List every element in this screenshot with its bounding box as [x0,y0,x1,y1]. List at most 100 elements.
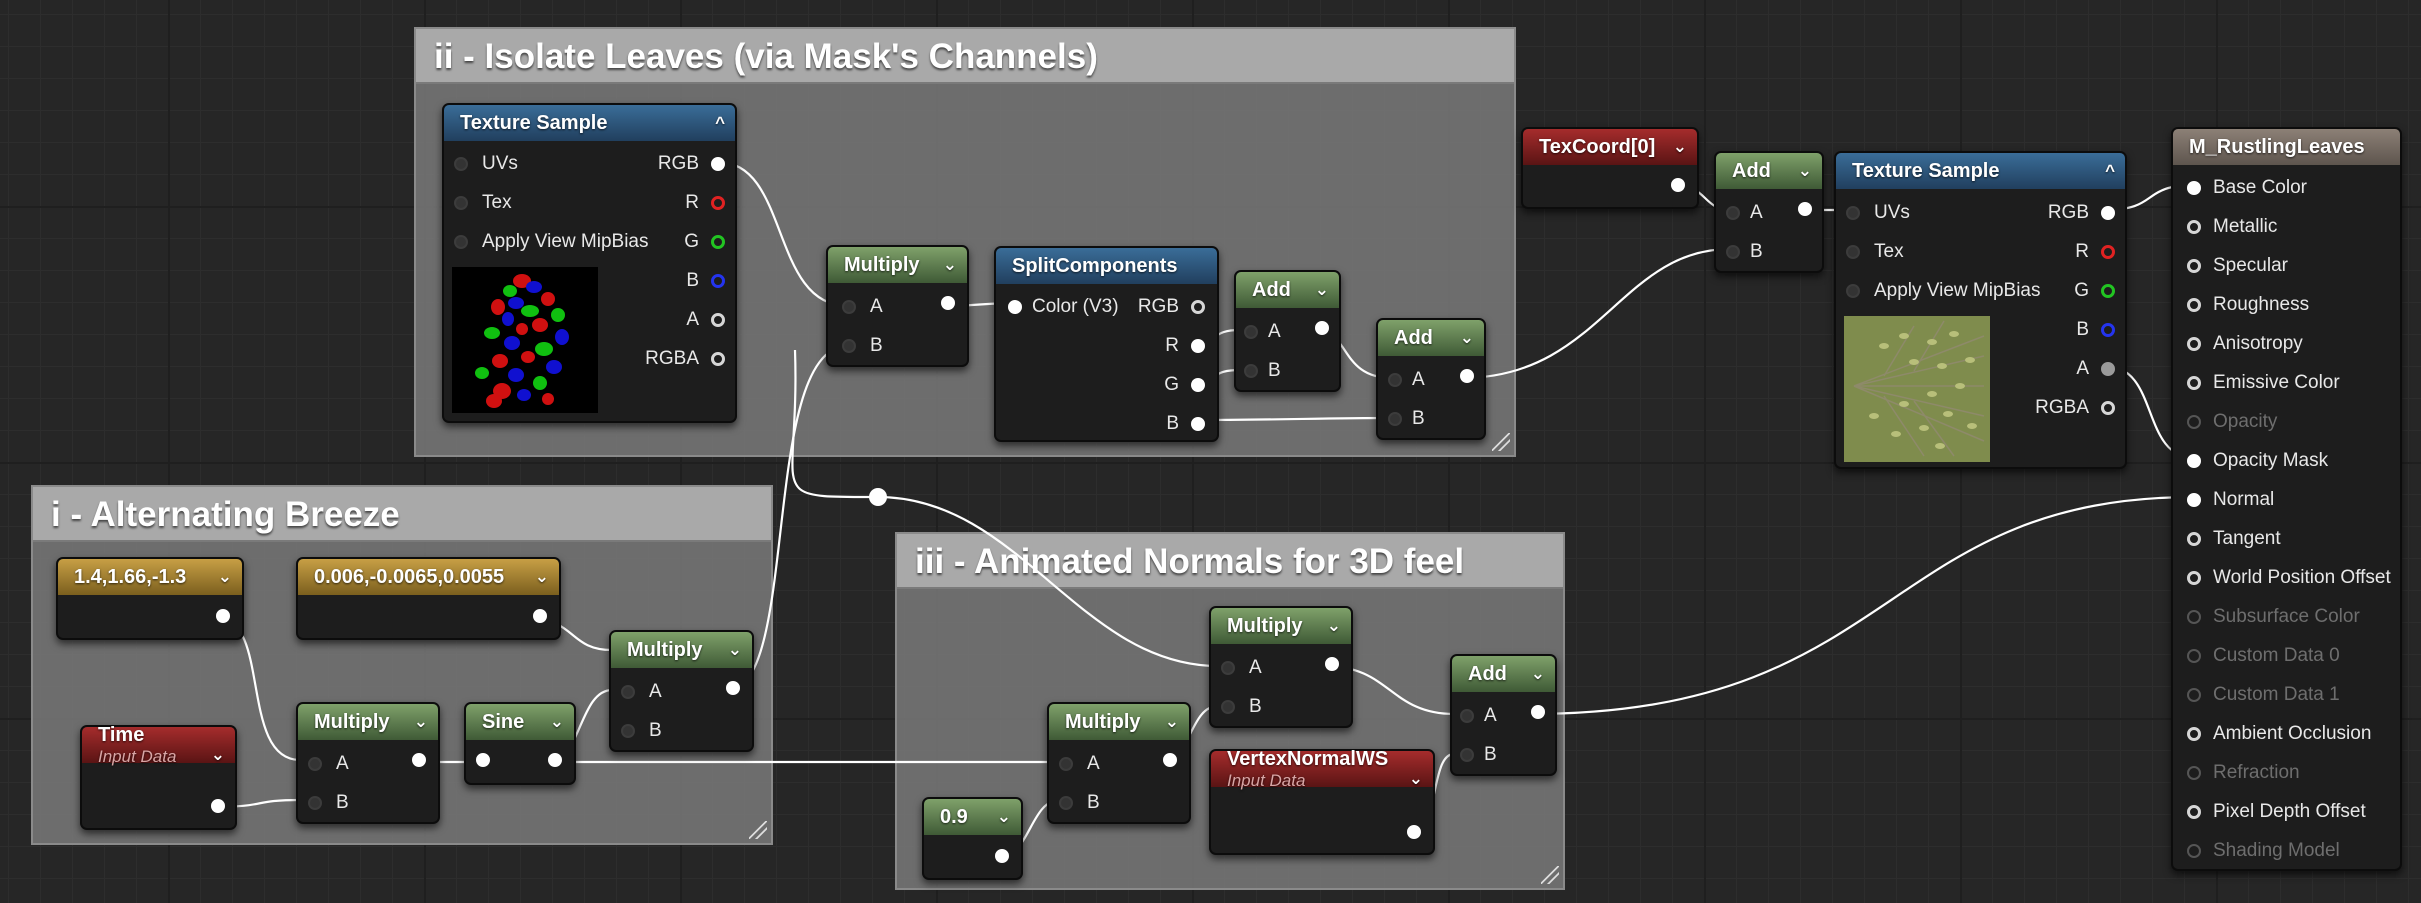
sine-node[interactable]: Sine ⌄ [464,702,576,785]
pin-out-b[interactable]: B [1166,413,1205,435]
pin-apply-view-mipbias[interactable]: Apply View MipBias [454,231,649,253]
material-pin-refraction[interactable]: Refraction [2187,762,2300,784]
material-pin-roughness[interactable]: Roughness [2187,294,2309,316]
material-pin-anisotropy[interactable]: Anisotropy [2187,333,2303,355]
pin-out-r[interactable]: R [1165,335,1205,357]
chevron-down-icon[interactable]: ⌄ [550,712,564,732]
chevron-down-icon[interactable]: ⌄ [535,567,549,587]
material-pin-base-color[interactable]: Base Color [2187,177,2307,199]
pin-a[interactable]: A [1388,369,1425,391]
add-uv-node[interactable]: Add ⌄ A B [1714,151,1824,273]
pin-a[interactable]: A [1726,202,1763,224]
material-result-node[interactable]: M_RustlingLeaves Base Color Metallic Specu… [2171,127,2402,871]
pin-b[interactable]: B [308,792,349,814]
material-pin-custom-data-0[interactable]: Custom Data 0 [2187,645,2340,667]
pin-tex[interactable]: Tex [454,192,512,214]
texture-sample-mask-node[interactable]: Texture Sample ^ UVs Tex Apply View MipBi… [442,103,737,423]
material-pin-world-position-offset[interactable]: World Position Offset [2187,567,2391,589]
chevron-down-icon[interactable]: ⌄ [1460,328,1474,348]
pin-a[interactable]: A [842,296,883,318]
pin-out[interactable] [1448,369,1474,383]
chevron-down-icon[interactable]: ⌄ [414,712,428,732]
material-pin-pixel-depth-offset[interactable]: Pixel Depth Offset [2187,801,2366,823]
pin-out-r[interactable]: R [685,192,725,214]
node-header[interactable]: Time ⌄ Input Data [82,724,235,766]
texcoord-node[interactable]: TexCoord[0] ⌄ [1521,127,1699,209]
multiply-mask-node[interactable]: Multiply ⌄ A B [826,245,969,367]
pin-out[interactable] [521,609,547,623]
node-header[interactable]: Add ⌄ [1452,656,1555,692]
pin-out[interactable] [204,609,230,623]
pin-out[interactable] [983,849,1009,863]
node-header[interactable]: Add ⌄ [1378,320,1484,356]
node-header[interactable]: M_RustlingLeaves [2173,129,2400,165]
pin-b[interactable]: B [1221,696,1262,718]
material-pin-tangent[interactable]: Tangent [2187,528,2281,550]
pin-b[interactable]: B [842,335,883,357]
material-pin-normal[interactable]: Normal [2187,489,2274,511]
material-pin-metallic[interactable]: Metallic [2187,216,2277,238]
pin-out-rgba[interactable]: RGBA [645,348,725,370]
pin-b[interactable]: B [1460,744,1497,766]
node-header[interactable]: VertexNormalWS ⌄ Input Data [1211,748,1433,790]
constant-vector-b-node[interactable]: 0.006,-0.0065,0.0055 ⌄ [296,557,561,640]
pin-out[interactable] [1151,753,1177,767]
node-header[interactable]: Multiply ⌄ [1211,608,1351,644]
pin-b[interactable]: B [1059,792,1100,814]
add-rgb-node[interactable]: Add ⌄ A B [1376,318,1486,440]
multiply-breeze-node[interactable]: Multiply ⌄ A B [609,630,754,752]
pin-out-b[interactable]: B [2076,319,2115,341]
pin-a[interactable]: A [621,681,662,703]
constant-09-node[interactable]: 0.9 ⌄ [922,797,1023,880]
multiply-normal-b-node[interactable]: Multiply ⌄ A B [1047,702,1191,824]
pin-out[interactable] [400,753,426,767]
chevron-down-icon[interactable]: ⌄ [943,255,957,275]
pin-out-rgba[interactable]: RGBA [2035,397,2115,419]
chevron-down-icon[interactable]: ⌄ [1798,161,1812,181]
pin-out-rgb[interactable]: RGB [1138,296,1205,318]
chevron-down-icon[interactable]: ⌄ [997,807,1011,827]
pin-out[interactable] [1313,657,1339,671]
split-components-node[interactable]: SplitComponents Color (V3) RGB R G B [994,246,1219,442]
pin-uvs[interactable]: UVs [454,153,518,175]
add-normal-node[interactable]: Add ⌄ A B [1450,654,1557,776]
material-pin-ambient-occlusion[interactable]: Ambient Occlusion [2187,723,2371,745]
node-header[interactable]: Texture Sample ^ [1836,153,2125,189]
chevron-down-icon[interactable]: ⌄ [1531,664,1545,684]
node-header[interactable]: Multiply ⌄ [298,704,438,740]
pin-a[interactable]: A [1221,657,1262,679]
chevron-down-icon[interactable]: ⌄ [211,745,225,765]
material-pin-subsurface-color[interactable]: Subsurface Color [2187,606,2360,628]
multiply-normal-a-node[interactable]: Multiply ⌄ A B [1209,606,1353,728]
pin-out-g[interactable]: G [684,231,725,253]
pin-out[interactable] [1395,825,1421,839]
pin-out[interactable] [536,753,562,767]
pin-out[interactable] [1303,321,1329,335]
material-pin-opacity[interactable]: Opacity [2187,411,2277,433]
pin-tex[interactable]: Tex [1846,241,1904,263]
chevron-up-icon[interactable]: ^ [2105,161,2115,181]
pin-b[interactable]: B [621,720,662,742]
material-pin-emissive-color[interactable]: Emissive Color [2187,372,2340,394]
pin-b[interactable]: B [1726,241,1763,263]
pin-out[interactable] [714,681,740,695]
pin-out-g[interactable]: G [2074,280,2115,302]
node-header[interactable]: Sine ⌄ [466,704,574,740]
material-pin-opacity-mask[interactable]: Opacity Mask [2187,450,2328,472]
multiply-time-node[interactable]: Multiply ⌄ A B [296,702,440,824]
pin-out[interactable] [929,296,955,310]
pin-out[interactable] [199,799,225,813]
constant-vector-a-node[interactable]: 1.4,1.66,-1.3 ⌄ [56,557,244,640]
pin-out-rgb[interactable]: RGB [658,153,725,175]
node-header[interactable]: Multiply ⌄ [1049,704,1189,740]
node-header[interactable]: Add ⌄ [1716,153,1822,189]
pin-uvs[interactable]: UVs [1846,202,1910,224]
node-header[interactable]: 0.006,-0.0065,0.0055 ⌄ [298,559,559,595]
node-header[interactable]: TexCoord[0] ⌄ [1523,129,1697,165]
pin-out[interactable] [1519,705,1545,719]
chevron-down-icon[interactable]: ⌄ [1409,769,1423,789]
chevron-up-icon[interactable]: ^ [715,113,725,133]
node-header[interactable]: Multiply ⌄ [611,632,752,668]
pin-out[interactable] [1786,202,1812,216]
vertex-normal-ws-node[interactable]: VertexNormalWS ⌄ Input Data [1209,748,1435,855]
